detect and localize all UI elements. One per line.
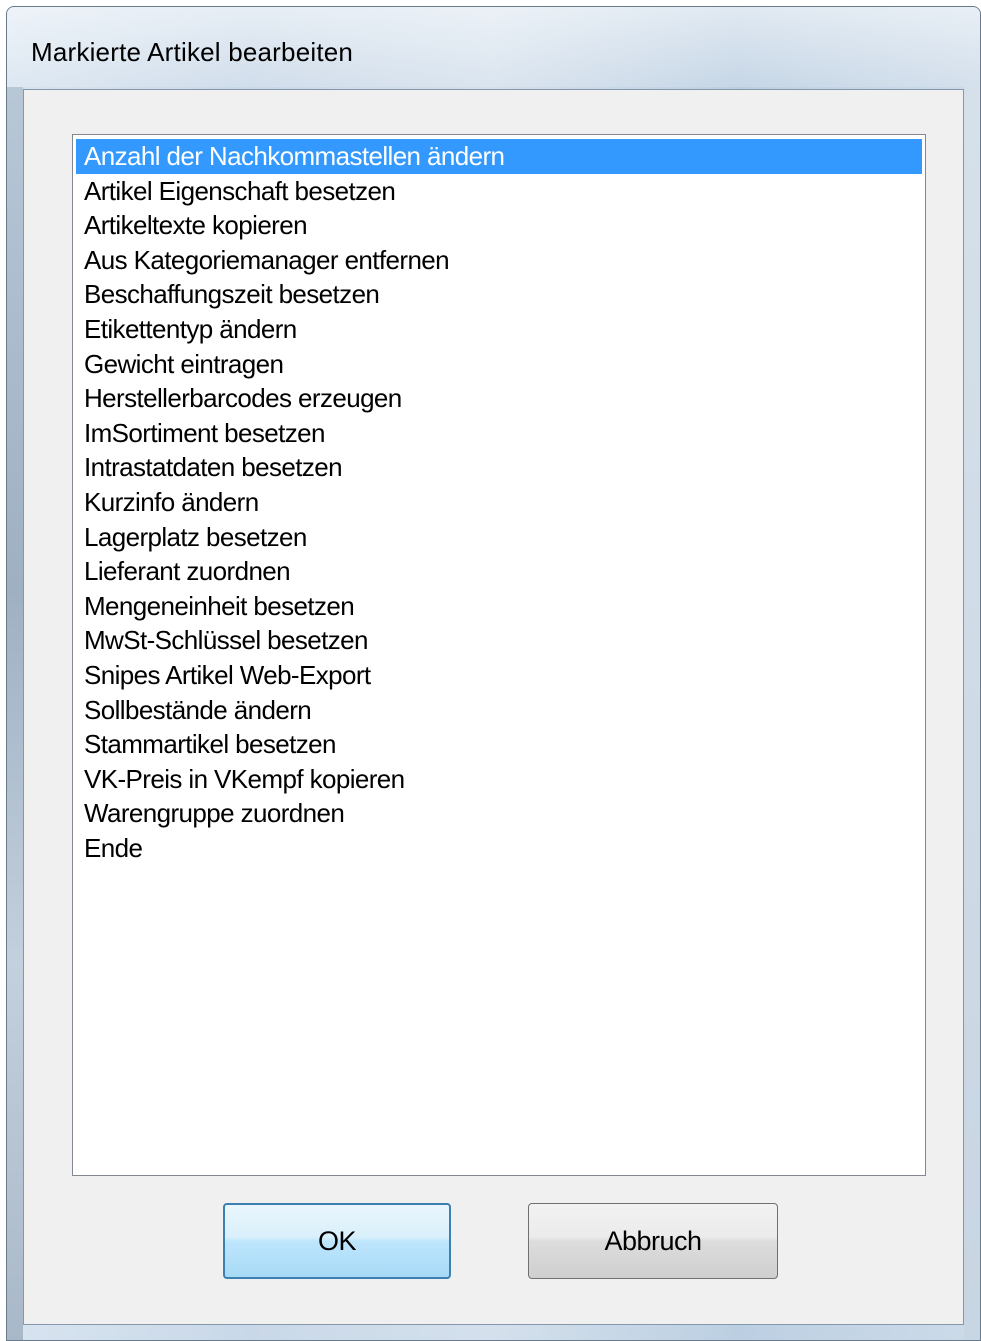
list-item[interactable]: Warengruppe zuordnen	[76, 796, 922, 831]
list-item[interactable]: Lieferant zuordnen	[76, 554, 922, 589]
list-item[interactable]: Snipes Artikel Web-Export	[76, 658, 922, 693]
list-item[interactable]: Artikeltexte kopieren	[76, 208, 922, 243]
list-item[interactable]: Aus Kategoriemanager entfernen	[76, 243, 922, 278]
list-item[interactable]: Kurzinfo ändern	[76, 485, 922, 520]
list-item[interactable]: Etikettentyp ändern	[76, 312, 922, 347]
list-item[interactable]: Sollbestände ändern	[76, 693, 922, 728]
list-item[interactable]: ImSortiment besetzen	[76, 416, 922, 451]
window-frame-left	[7, 87, 23, 1340]
action-listbox[interactable]: Anzahl der Nachkommastellen ändern Artike…	[72, 134, 926, 1176]
list-item[interactable]: Beschaffungszeit besetzen	[76, 277, 922, 312]
list-item[interactable]: Ende	[76, 831, 922, 866]
window-title: Markierte Artikel bearbeiten	[31, 37, 354, 67]
list-item[interactable]: Intrastatdaten besetzen	[76, 450, 922, 485]
ok-button[interactable]: OK	[223, 1203, 451, 1279]
list-item[interactable]: Lagerplatz besetzen	[76, 520, 922, 555]
list-item[interactable]: Mengeneinheit besetzen	[76, 589, 922, 624]
list-item[interactable]: Stammartikel besetzen	[76, 727, 922, 762]
list-item[interactable]: Artikel Eigenschaft besetzen	[76, 174, 922, 209]
dialog-window: Markierte Artikel bearbeiten Anzahl der …	[6, 6, 981, 1341]
list-item[interactable]: Anzahl der Nachkommastellen ändern	[76, 139, 922, 174]
list-item[interactable]: MwSt-Schlüssel besetzen	[76, 623, 922, 658]
window-frame-right	[964, 87, 980, 1340]
list-item[interactable]: Herstellerbarcodes erzeugen	[76, 381, 922, 416]
list-item[interactable]: VK-Preis in VKempf kopieren	[76, 762, 922, 797]
cancel-button[interactable]: Abbruch	[528, 1203, 778, 1279]
list-item[interactable]: Gewicht eintragen	[76, 347, 922, 382]
dialog-client-area: Anzahl der Nachkommastellen ändern Artike…	[23, 89, 964, 1325]
